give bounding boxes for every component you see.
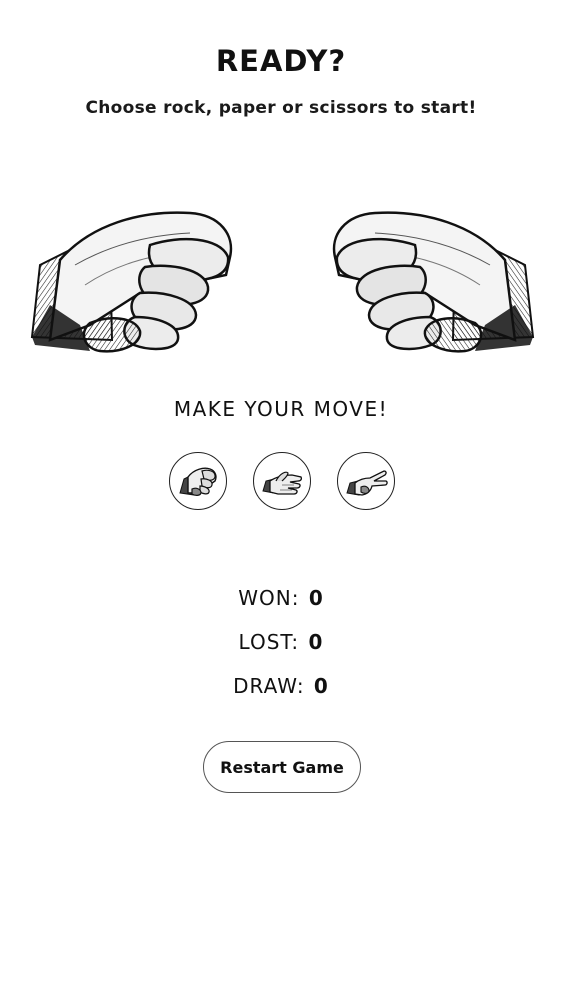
lost-label: LOST: <box>238 630 300 654</box>
won-count: 0 <box>308 586 324 610</box>
restart-game-button[interactable]: Restart Game <box>203 741 361 793</box>
scissors-button[interactable] <box>337 452 395 510</box>
rock-hand-icon <box>179 467 217 496</box>
won-score: WON: 0 <box>0 586 562 610</box>
lost-count: 0 <box>308 630 324 654</box>
paper-hand-icon <box>262 471 303 495</box>
scissors-hand-icon <box>346 470 388 496</box>
move-prompt: MAKE YOUR MOVE! <box>173 397 389 421</box>
won-label: WON: <box>238 586 300 610</box>
draw-count: 0 <box>313 674 329 698</box>
instructions-text: Choose rock, paper or scissors to start! <box>85 98 477 118</box>
draw-score: DRAW: 0 <box>0 674 562 698</box>
lost-score: LOST: 0 <box>0 630 562 654</box>
rock-button[interactable] <box>169 452 227 510</box>
paper-button[interactable] <box>253 452 311 510</box>
page-title: READY? <box>215 44 347 78</box>
player-fist-icon <box>30 211 233 353</box>
draw-label: DRAW: <box>233 674 305 698</box>
computer-fist-icon <box>332 211 535 353</box>
